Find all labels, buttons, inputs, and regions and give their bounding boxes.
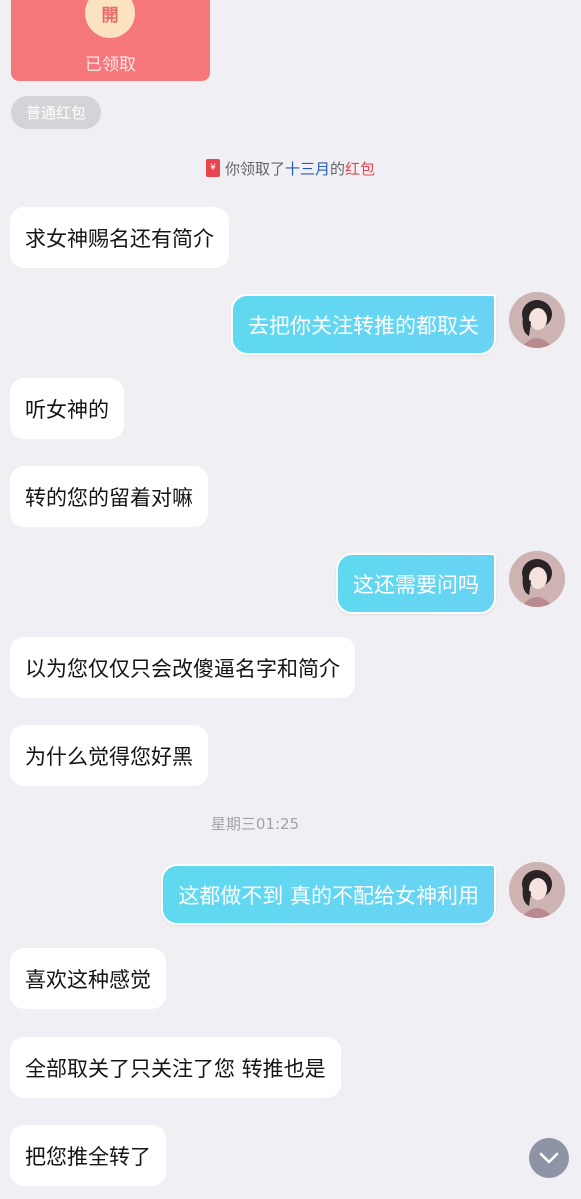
red-packet-type-label: 普通红包 — [11, 96, 102, 129]
avatar[interactable] — [509, 551, 565, 607]
message-bubble-outgoing[interactable]: 这还需要问吗 — [336, 553, 496, 614]
message-bubble-incoming[interactable]: 求女神赐名还有简介 — [10, 207, 229, 268]
message-bubble-incoming[interactable]: 喜欢这种感觉 — [10, 948, 166, 1009]
red-packet-status: 已领取 — [85, 55, 136, 75]
avatar[interactable] — [509, 292, 565, 348]
red-packet-card[interactable]: 開 已领取 — [11, 0, 210, 81]
chevron-down-icon — [539, 1152, 559, 1164]
message-bubble-outgoing[interactable]: 这都做不到 真的不配给女神利用 — [161, 864, 496, 925]
system-notice: ¥ 你领取了 十三月 的 红包 — [0, 156, 581, 180]
user-avatar-icon — [509, 292, 565, 348]
message-bubble-incoming[interactable]: 转的您的留着对嘛 — [10, 466, 208, 527]
red-packet-icon: ¥ — [205, 159, 220, 177]
message-bubble-incoming[interactable]: 为什么觉得您好黑 — [10, 725, 208, 786]
scroll-to-bottom-button[interactable] — [529, 1138, 569, 1178]
message-bubble-incoming[interactable]: 以为您仅仅只会改傻逼名字和简介 — [10, 637, 355, 698]
message-bubble-outgoing[interactable]: 去把你关注转推的都取关 — [231, 294, 496, 355]
user-avatar-icon — [509, 551, 565, 607]
notice-sender[interactable]: 十三月 — [285, 158, 330, 179]
message-bubble-incoming[interactable]: 听女神的 — [10, 378, 124, 439]
notice-middle: 的 — [330, 159, 346, 178]
notice-prefix: 你领取了 — [224, 159, 285, 178]
timestamp: 星期三01:25 — [210, 815, 300, 833]
user-avatar-icon — [509, 862, 565, 918]
message-bubble-incoming[interactable]: 把您推全转了 — [10, 1125, 166, 1186]
avatar[interactable] — [509, 862, 565, 918]
red-packet-open-seal: 開 — [85, 0, 135, 38]
notice-red-packet-link[interactable]: 红包 — [345, 158, 375, 179]
message-bubble-incoming[interactable]: 全部取关了只关注了您 转推也是 — [10, 1037, 341, 1098]
